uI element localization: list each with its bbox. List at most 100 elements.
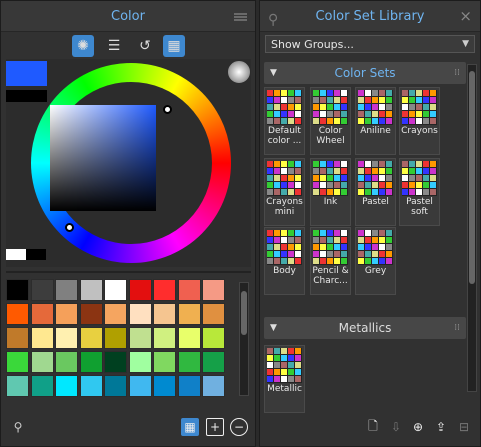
swatch-cell[interactable]: [202, 279, 225, 301]
swatch-cell[interactable]: [104, 327, 127, 349]
eyedropper-icon[interactable]: ⚲: [9, 418, 27, 436]
color-set-preview: [267, 90, 302, 125]
swatch-cell[interactable]: [128, 375, 152, 397]
color-wheel-icon[interactable]: ✺: [72, 35, 94, 57]
swatch-cell[interactable]: [55, 375, 78, 397]
swatch-cell[interactable]: [202, 327, 225, 349]
swatch-cell[interactable]: [128, 279, 152, 301]
foreground-swatch[interactable]: [6, 61, 47, 86]
swatch-cell[interactable]: [79, 279, 103, 301]
swatch-cell[interactable]: [30, 351, 54, 373]
swatch-cell[interactable]: [202, 375, 225, 397]
swatch-cell[interactable]: [30, 327, 54, 349]
swatch-cell[interactable]: [153, 327, 176, 349]
background-swatch[interactable]: [6, 90, 47, 102]
close-icon[interactable]: ×: [459, 1, 472, 32]
sv-handle[interactable]: [163, 105, 172, 114]
color-set-card[interactable]: Pastel soft: [399, 158, 440, 226]
color-bottom-bar: ⚲ ▦ + −: [1, 418, 255, 442]
library-scrollbar[interactable]: [467, 64, 477, 392]
color-set-card[interactable]: Grey: [355, 227, 396, 295]
swatch-cell[interactable]: [79, 351, 103, 373]
swatch-cell[interactable]: [55, 351, 78, 373]
section-metallics[interactable]: ▼ Metallics ⁞⁞: [264, 317, 466, 339]
delete-icon[interactable]: ⊟: [455, 418, 473, 436]
white-swatch[interactable]: [6, 249, 26, 260]
swatch-cell[interactable]: [177, 279, 201, 301]
drag-icon[interactable]: ⁞⁞: [454, 317, 460, 339]
section-color-sets[interactable]: ▼ Color Sets ⁞⁞: [264, 62, 466, 84]
swatch-cell[interactable]: [6, 375, 29, 397]
color-set-card[interactable]: Crayons mini: [264, 158, 305, 226]
swatch-cell[interactable]: [55, 279, 78, 301]
swatch-cell[interactable]: [6, 351, 29, 373]
swatch-cell[interactable]: [6, 303, 29, 325]
swatch-cell[interactable]: [153, 375, 176, 397]
swatch-cell[interactable]: [104, 279, 127, 301]
import-icon[interactable]: ⇩: [387, 418, 405, 436]
swatch-cell[interactable]: [177, 375, 201, 397]
history-icon[interactable]: ↺: [134, 35, 156, 57]
add-icon[interactable]: +: [206, 418, 224, 436]
grid-icon[interactable]: ▦: [163, 35, 185, 57]
swatch-cell[interactable]: [30, 375, 54, 397]
grid-view-icon[interactable]: ▦: [181, 418, 199, 436]
swatch-cell[interactable]: [177, 303, 201, 325]
swatch-cell[interactable]: [79, 375, 103, 397]
swatch-cell[interactable]: [153, 351, 176, 373]
color-set-preview: [267, 348, 302, 383]
new-file-icon[interactable]: 🗋: [364, 418, 382, 436]
swatch-grid[interactable]: [6, 279, 236, 397]
swatch-cell[interactable]: [104, 375, 127, 397]
swatch-cell[interactable]: [104, 351, 127, 373]
color-set-preview: [358, 230, 393, 265]
color-set-label: Crayons: [401, 126, 438, 136]
export-icon[interactable]: ⇪: [432, 418, 450, 436]
swatch-cell[interactable]: [6, 327, 29, 349]
pin-icon[interactable]: ⚲: [268, 5, 278, 36]
color-set-card[interactable]: Pencil & Charc...: [310, 227, 351, 295]
swatch-cell[interactable]: [153, 279, 176, 301]
color-set-card[interactable]: Default color ...: [264, 87, 305, 155]
swatch-scrollbar[interactable]: [239, 282, 249, 396]
color-set-card[interactable]: Body: [264, 227, 305, 295]
duplicate-icon[interactable]: ⊕: [409, 418, 427, 436]
black-swatch[interactable]: [26, 249, 46, 260]
color-set-card[interactable]: Ink: [310, 158, 351, 226]
swatch-cell[interactable]: [30, 279, 54, 301]
swatch-cell[interactable]: [153, 303, 176, 325]
swatch-cell[interactable]: [177, 327, 201, 349]
swatch-cell[interactable]: [128, 327, 152, 349]
swatch-cell[interactable]: [128, 303, 152, 325]
color-set-card[interactable]: Pastel: [355, 158, 396, 226]
swatch-cell[interactable]: [79, 327, 103, 349]
swatch-cell[interactable]: [55, 303, 78, 325]
swatch-cell[interactable]: [30, 303, 54, 325]
swatch-cell[interactable]: [104, 303, 127, 325]
saturation-value-square[interactable]: [50, 105, 156, 211]
swatch-cell[interactable]: [79, 303, 103, 325]
hue-handle[interactable]: [65, 223, 74, 232]
groups-dropdown[interactable]: Show Groups... ▼: [265, 35, 475, 53]
swatch-cell[interactable]: [202, 303, 225, 325]
drag-icon[interactable]: ⁞⁞: [454, 62, 460, 84]
color-set-card[interactable]: Crayons: [399, 87, 440, 155]
color-set-card[interactable]: Color Wheel: [310, 87, 351, 155]
sliders-icon[interactable]: ☰: [103, 35, 125, 57]
swatch-cell[interactable]: [55, 327, 78, 349]
swatch-cell[interactable]: [202, 351, 225, 373]
remove-icon[interactable]: −: [230, 418, 248, 436]
menu-icon[interactable]: [234, 13, 247, 21]
color-picker[interactable]: [6, 59, 251, 267]
swatch-cell[interactable]: [128, 351, 152, 373]
color-set-card[interactable]: Metallic: [264, 345, 305, 413]
color-set-card[interactable]: Aniline: [355, 87, 396, 155]
swatch-cell[interactable]: [6, 279, 29, 301]
collapse-icon[interactable]: ▼: [270, 62, 277, 84]
collapse-icon[interactable]: ▼: [270, 317, 277, 339]
color-set-preview: [402, 90, 437, 125]
swatch-cell[interactable]: [177, 351, 201, 373]
mode-toggle-icon[interactable]: [228, 61, 250, 83]
library-title: ⚲ Color Set Library ×: [260, 1, 480, 32]
color-title-text: Color: [111, 9, 145, 24]
